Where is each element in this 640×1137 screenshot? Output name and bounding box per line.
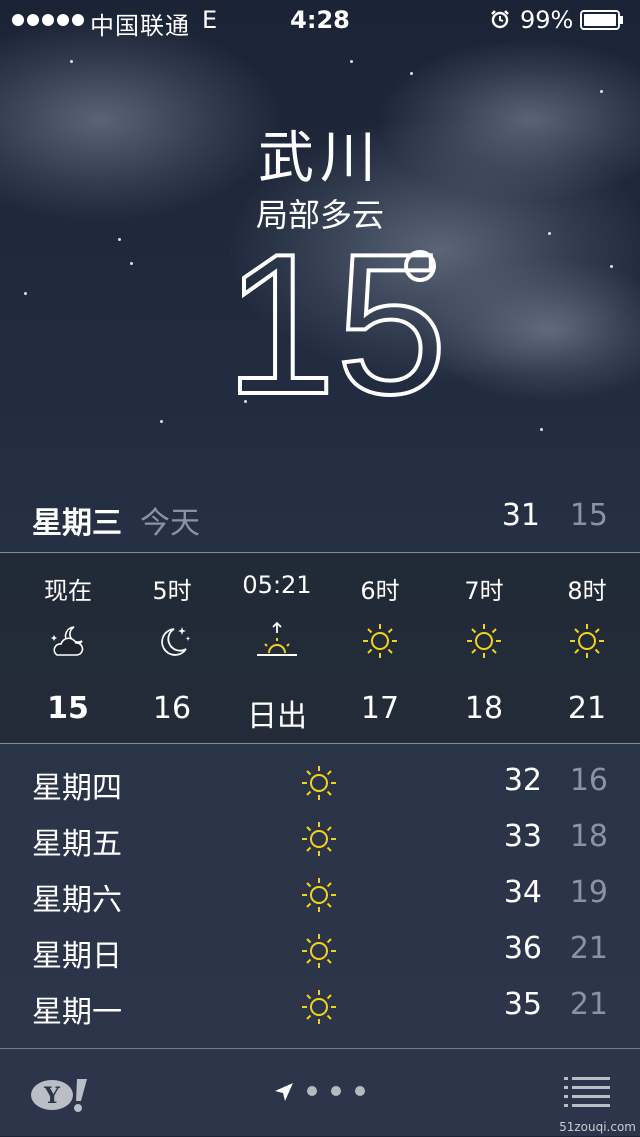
svg-text:Y: Y — [43, 1083, 60, 1109]
sun-icon — [570, 624, 604, 658]
status-bar: 中国联通 E 4:28 99% — [0, 0, 640, 40]
yahoo-logo[interactable]: Y — [30, 1077, 90, 1113]
daily-forecast: 星期四 32 16 星期五 33 18 星期六 34 19 星期日 36 21 … — [0, 755, 640, 1045]
hour-time: 6时 — [360, 577, 400, 605]
hour-time: 5时 — [152, 577, 192, 605]
day-high: 34 — [503, 875, 542, 910]
battery-percentage: 99% — [520, 6, 574, 34]
hour-item: 现在 15 — [16, 553, 120, 743]
day-name: 星期四 — [32, 771, 122, 806]
hour-temperature: 15 — [47, 691, 89, 726]
hour-time: 现在 — [44, 577, 92, 605]
day-low: 21 — [569, 987, 608, 1022]
page-indicator-dot[interactable] — [331, 1086, 341, 1096]
sunrise-icon — [257, 621, 297, 656]
day-name: 星期六 — [32, 883, 122, 918]
hour-item: 5时 16 — [120, 553, 224, 743]
list-icon[interactable] — [564, 1075, 610, 1109]
hour-item: 7时 18 — [432, 553, 536, 743]
hour-temperature: 17 — [360, 691, 400, 726]
hour-temperature: 21 — [567, 691, 607, 726]
sun-icon — [302, 766, 336, 800]
sun-icon — [467, 624, 501, 658]
hour-item: 05:21 日出 — [225, 553, 329, 743]
partly-cloudy-night-icon — [51, 626, 84, 656]
degree-symbol — [404, 250, 436, 282]
watermark: 51zouqi.com — [559, 1120, 636, 1134]
daily-row: 星期五 33 18 — [0, 811, 640, 867]
daily-row: 星期四 32 16 — [0, 755, 640, 811]
location-arrow-icon[interactable] — [273, 1081, 295, 1103]
day-high: 32 — [503, 763, 542, 798]
hour-time: 05:21 — [242, 571, 312, 599]
day-name: 星期五 — [32, 827, 122, 862]
city-name: 武川 — [258, 126, 382, 191]
today-label: 今天 — [140, 506, 200, 541]
day-high: 35 — [503, 987, 542, 1022]
hour-time: 7时 — [464, 577, 504, 605]
daily-row: 星期日 36 21 — [0, 923, 640, 979]
today-day-name: 星期三 — [32, 506, 122, 541]
today-low: 15 — [569, 498, 608, 533]
daily-row: 星期六 34 19 — [0, 867, 640, 923]
page-indicator-dot[interactable] — [307, 1086, 317, 1096]
today-high: 31 — [501, 498, 540, 533]
sun-icon — [302, 934, 336, 968]
day-low: 21 — [569, 931, 608, 966]
hour-temperature: 日出 — [247, 699, 307, 734]
day-name: 星期日 — [32, 939, 122, 974]
daily-row: 星期一 35 21 — [0, 979, 640, 1035]
hourly-forecast[interactable]: 现在 15 5时 16 05:21 日出 6时 17 7时 18 8时 21 — [0, 552, 640, 744]
sun-icon — [302, 878, 336, 912]
sun-icon — [302, 990, 336, 1024]
day-high: 33 — [503, 819, 542, 854]
hour-item: 6时 17 — [328, 553, 432, 743]
footer-toolbar: Y — [0, 1048, 640, 1137]
sun-icon — [363, 624, 397, 658]
moon-stars-icon — [161, 627, 191, 656]
sun-icon — [302, 822, 336, 856]
day-high: 36 — [503, 931, 542, 966]
current-temperature: 15 — [0, 223, 640, 427]
hour-temperature: 18 — [464, 691, 504, 726]
hour-item: 8时 21 — [535, 553, 639, 743]
day-low: 18 — [569, 819, 608, 854]
alarm-clock-icon — [491, 10, 509, 29]
day-low: 19 — [569, 875, 608, 910]
hour-time: 8时 — [567, 577, 607, 605]
hour-temperature: 16 — [152, 691, 192, 726]
battery-icon — [580, 10, 623, 30]
page-indicator-dot[interactable] — [355, 1086, 365, 1096]
day-name: 星期一 — [32, 995, 122, 1030]
today-summary: 星期三 今天 31 15 — [0, 490, 640, 550]
day-low: 16 — [569, 763, 608, 798]
